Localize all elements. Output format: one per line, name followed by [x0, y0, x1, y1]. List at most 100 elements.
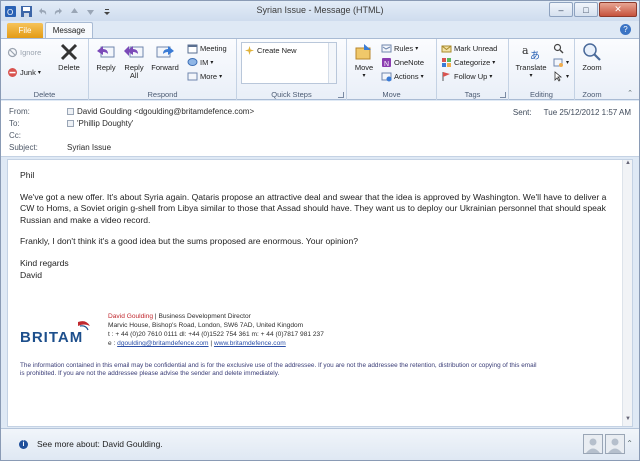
tab-message[interactable]: Message — [45, 22, 93, 38]
window-controls: – □ ✕ — [549, 2, 637, 17]
meeting-icon — [187, 43, 198, 54]
create-new-icon — [245, 46, 254, 55]
avatar[interactable] — [605, 434, 625, 454]
related-icon — [553, 57, 564, 68]
scroll-up-icon[interactable]: ▲ — [623, 160, 632, 170]
sent-value: Tue 25/12/2012 1:57 AM — [543, 108, 631, 117]
follow-up-label: Follow Up — [454, 72, 488, 81]
reply-icon — [96, 42, 116, 62]
actions-button[interactable]: Actions ▾ — [381, 71, 424, 82]
onenote-button[interactable]: N OneNote — [381, 57, 424, 68]
to-label: To: — [9, 119, 20, 128]
subject-label: Subject: — [9, 143, 38, 152]
categorize-label: Categorize — [454, 58, 491, 67]
categorize-dropdown-icon: ▾ — [492, 60, 496, 66]
mark-unread-button[interactable]: Mark Unread — [441, 43, 497, 54]
move-dropdown-icon: ▾ — [362, 73, 366, 79]
expand-people-pane-icon[interactable]: ⌃ — [626, 439, 633, 448]
related-button[interactable]: ▾ — [553, 57, 569, 68]
meeting-button[interactable]: Meeting — [187, 43, 227, 54]
select-button[interactable]: ▾ — [553, 71, 569, 82]
categorize-button[interactable]: Categorize ▾ — [441, 57, 495, 68]
move-button[interactable]: Move ▾ — [351, 42, 377, 80]
from-row: From: David Goulding <dgoulding@britamde… — [9, 107, 254, 116]
svg-text:N: N — [384, 61, 389, 68]
forward-button[interactable]: Forward — [149, 42, 181, 72]
create-new-quick-step[interactable]: Create New — [245, 46, 297, 55]
people-pane-text[interactable]: See more about: David Goulding. — [37, 439, 163, 449]
ribbon: Ignore Junk ▾ Delete Delete Reply Reply … — [1, 38, 639, 100]
translate-icon: aあ — [521, 42, 541, 62]
create-new-label: Create New — [257, 46, 297, 55]
quick-steps-launcher-icon[interactable] — [338, 92, 344, 98]
scroll-down-icon[interactable]: ▼ — [623, 416, 632, 426]
rules-dropdown-icon: ▾ — [415, 46, 419, 52]
junk-button[interactable]: Junk ▾ — [7, 67, 41, 78]
greeting: Phil — [20, 170, 35, 180]
maximize-button[interactable]: □ — [574, 2, 598, 17]
zoom-group-label: Zoom — [582, 90, 602, 99]
tags-group: Mark Unread Categorize ▾ Follow Up ▾ Tag… — [437, 39, 509, 100]
junk-label: Junk — [20, 68, 36, 77]
delete-group: Ignore Junk ▾ Delete Delete — [1, 39, 89, 100]
avatar[interactable] — [583, 434, 603, 454]
mark-unread-label: Mark Unread — [454, 44, 498, 53]
im-button[interactable]: IM ▾ — [187, 57, 213, 68]
to-row: To: 'Phillip Doughty' — [9, 119, 133, 128]
undo-icon[interactable] — [36, 5, 49, 18]
respond-group: Reply Reply All Forward Meeting IM ▾ Mor… — [89, 39, 237, 100]
save-icon[interactable] — [20, 5, 33, 18]
ignore-button[interactable]: Ignore — [7, 47, 41, 58]
im-icon — [187, 57, 198, 68]
rules-button[interactable]: Rules ▾ — [381, 43, 418, 54]
message-body[interactable]: Phil We've got a new offer. It's about S… — [7, 159, 633, 427]
quick-steps-gallery[interactable]: Create New — [241, 42, 337, 84]
from-value[interactable]: David Goulding <dgoulding@britamdefence.… — [77, 107, 254, 116]
reply-all-label: Reply All — [124, 63, 144, 80]
redo-icon[interactable] — [52, 5, 65, 18]
tags-launcher-icon[interactable] — [500, 92, 506, 98]
close-button[interactable]: ✕ — [599, 2, 637, 17]
sent-label: Sent: — [512, 108, 532, 117]
follow-up-button[interactable]: Follow Up ▾ — [441, 71, 492, 82]
up-icon[interactable] — [68, 5, 81, 18]
reply-label: Reply — [96, 63, 116, 72]
down-icon[interactable] — [84, 5, 97, 18]
ribbon-tabs: File Message ? — [1, 21, 639, 38]
body-scrollbar[interactable]: ▲ ▼ — [622, 160, 632, 426]
find-button[interactable] — [553, 43, 564, 54]
quick-steps-scroll[interactable] — [328, 43, 336, 83]
onenote-label: OneNote — [394, 58, 425, 67]
mark-unread-icon — [441, 43, 452, 54]
signature-website-link[interactable]: www.britamdefence.com — [214, 340, 286, 347]
tab-file[interactable]: File — [7, 23, 43, 38]
sender-presence-icon — [67, 108, 74, 115]
email-signature: BRITAM David Goulding | Business Develop… — [20, 312, 610, 392]
zoom-label: Zoom — [582, 63, 602, 72]
to-value[interactable]: 'Phillip Doughty' — [77, 119, 133, 128]
signature-email-prefix: e : — [108, 340, 118, 347]
rules-label: Rules — [394, 44, 414, 53]
reply-button[interactable]: Reply — [93, 42, 119, 72]
delete-label: Delete — [58, 63, 80, 72]
collapse-ribbon-icon[interactable]: ⌃ — [627, 89, 633, 97]
zoom-button[interactable]: Zoom — [579, 42, 605, 72]
quick-steps-group: Create New Quick Steps — [237, 39, 347, 100]
im-label: IM — [200, 58, 209, 67]
translate-dropdown-icon: ▾ — [529, 73, 533, 79]
delete-button[interactable]: Delete — [55, 42, 83, 72]
from-label: From: — [9, 107, 30, 116]
editing-group: aあ Translate ▾ ▾ ▾ Editing — [509, 39, 575, 100]
help-icon[interactable]: ? — [620, 24, 631, 35]
actions-dropdown-icon: ▾ — [420, 74, 424, 80]
reply-all-button[interactable]: Reply All — [121, 42, 147, 80]
more-button[interactable]: More ▾ — [187, 71, 222, 82]
subject-row: Subject: Syrian Issue — [9, 143, 111, 152]
minimize-button[interactable]: – — [549, 2, 573, 17]
customize-qat-icon[interactable] — [100, 5, 113, 18]
translate-button[interactable]: aあ Translate ▾ — [511, 42, 551, 80]
move-group: Move ▾ Rules ▾ N OneNote Actions ▾ Move — [347, 39, 437, 100]
respond-group-label: Respond — [147, 90, 178, 99]
signature-email-link[interactable]: dgoulding@britamdefence.com — [117, 340, 208, 347]
follow-up-icon — [441, 71, 452, 82]
